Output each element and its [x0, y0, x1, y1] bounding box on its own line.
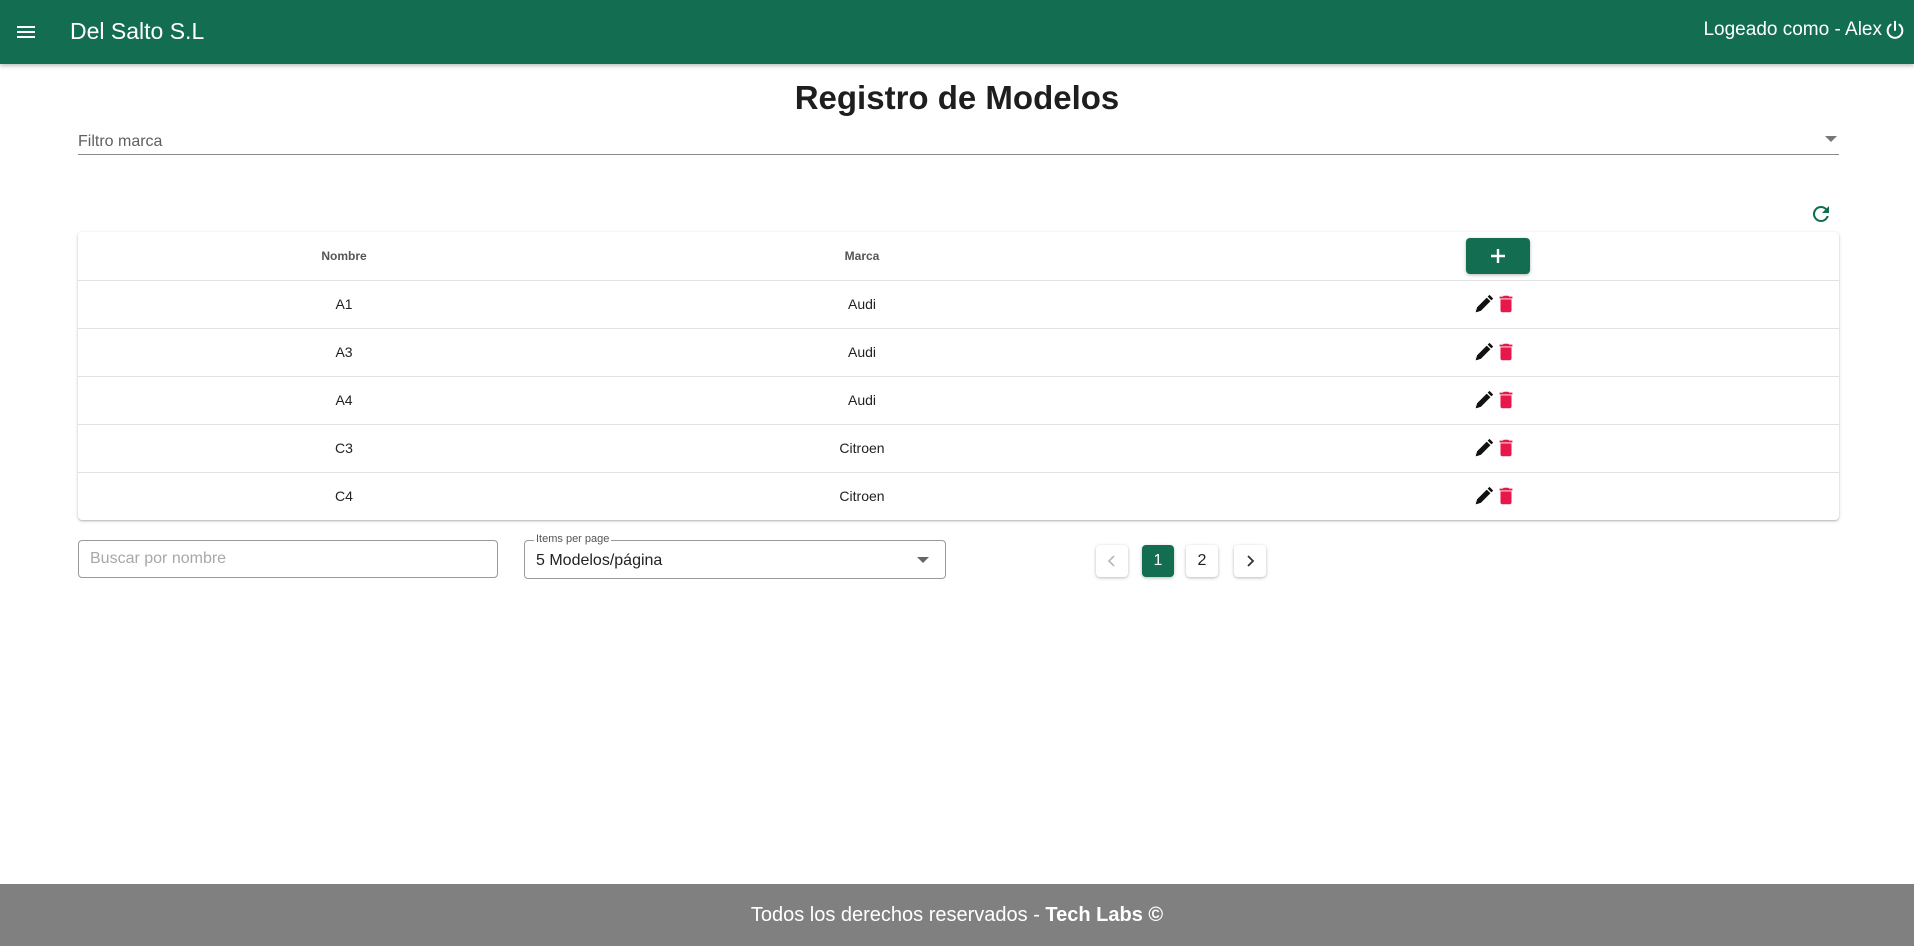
row-actions [1473, 437, 1517, 459]
table-row: C3 Citroen [78, 424, 1839, 473]
prev-page-button[interactable] [1096, 545, 1128, 577]
pencil-icon[interactable] [1473, 293, 1495, 315]
page-title: Registro de Modelos [794, 79, 1120, 116]
power-icon[interactable] [1884, 19, 1906, 41]
next-page-button[interactable] [1234, 545, 1266, 577]
app-bar: Del Salto S.L Logeado como - Alex [0, 0, 1914, 64]
model-name-cell: C4 [335, 488, 353, 504]
search-input[interactable] [78, 540, 498, 578]
model-name-cell: A1 [335, 296, 353, 312]
model-name-cell: A4 [335, 392, 353, 408]
row-actions [1473, 389, 1517, 411]
items-per-page-value: 5 Modelos/página [536, 552, 663, 569]
logged-user-label: Logeado como - Alex [1703, 19, 1882, 40]
model-brand-cell: Citroen [839, 440, 885, 456]
table-row: A4 Audi [78, 376, 1839, 425]
footer-text: Todos los derechos reservados - [750, 904, 1046, 926]
table-row: C4 Citroen [78, 472, 1839, 520]
chevron-down-icon [917, 557, 929, 563]
row-actions [1473, 341, 1517, 363]
plus-icon [1491, 249, 1505, 263]
trash-icon[interactable] [1495, 389, 1517, 411]
trash-icon[interactable] [1495, 485, 1517, 507]
user-area: Logeado como - Alex [1703, 19, 1906, 41]
trash-icon[interactable] [1495, 293, 1517, 315]
chevron-left-icon [1107, 555, 1115, 567]
model-brand-cell: Audi [847, 344, 877, 360]
page-button-1[interactable]: 1 [1142, 545, 1174, 577]
brand-filter-select[interactable]: Filtro marca [78, 128, 1839, 155]
menu-icon[interactable] [14, 20, 38, 44]
column-header-marca: Marca [844, 249, 880, 263]
add-model-button[interactable] [1466, 238, 1530, 274]
model-brand-cell: Audi [847, 296, 877, 312]
pencil-icon[interactable] [1473, 389, 1495, 411]
model-brand-cell: Citroen [839, 488, 885, 504]
chevron-right-icon [1247, 555, 1255, 567]
pencil-icon[interactable] [1473, 341, 1495, 363]
pencil-icon[interactable] [1473, 485, 1495, 507]
model-name-cell: C3 [335, 440, 353, 456]
footer: Todos los derechos reservados - Tech Lab… [0, 884, 1914, 946]
row-actions [1473, 485, 1517, 507]
column-header-nombre: Nombre [321, 249, 367, 263]
trash-icon[interactable] [1495, 437, 1517, 459]
items-per-page-select[interactable]: Items per page 5 Modelos/página [524, 533, 946, 579]
row-actions [1473, 293, 1517, 315]
chevron-down-icon [1825, 136, 1837, 142]
brand-title: Del Salto S.L [70, 18, 205, 44]
table-header-row: Nombre Marca [78, 232, 1839, 281]
refresh-icon[interactable] [1809, 202, 1833, 226]
pencil-icon[interactable] [1473, 437, 1495, 459]
items-per-page-label: Items per page [534, 533, 612, 545]
trash-icon[interactable] [1495, 341, 1517, 363]
models-table: Nombre Marca A1 Audi A3 Audi A4 Audi C3 … [78, 232, 1839, 520]
brand-filter-label: Filtro marca [78, 133, 163, 150]
model-brand-cell: Audi [847, 392, 877, 408]
table-row: A1 Audi [78, 280, 1839, 329]
table-row: A3 Audi [78, 328, 1839, 377]
footer-brand: Tech Labs © [1045, 904, 1164, 926]
model-name-cell: A3 [335, 344, 353, 360]
page-button-2[interactable]: 2 [1186, 545, 1218, 577]
